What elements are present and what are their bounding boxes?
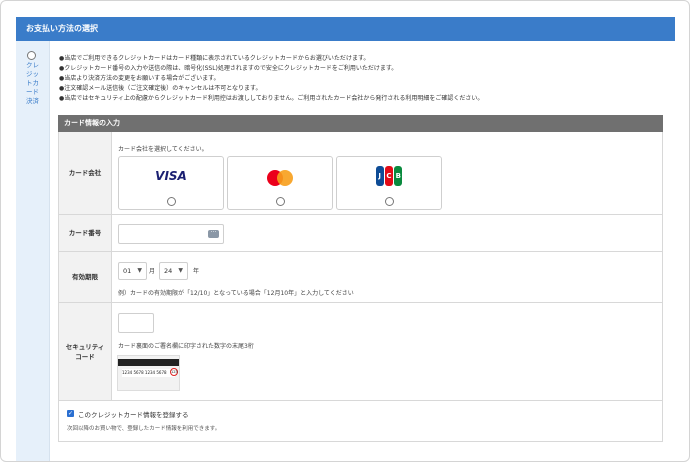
payment-method-radio[interactable] [27, 51, 36, 60]
note-item: ●注文確認メール送信後（ご注文確定後）のキャンセルは不可となります。 [59, 85, 262, 92]
card-number-row: カード番号 ··· [59, 215, 662, 252]
security-code-row: セキュリティ コード カード裏面のご署名欄に印字された数字の末尾3桁 1234 … [59, 303, 662, 401]
jcb-logo: J C B [375, 166, 403, 186]
card-number-label: カード番号 [59, 215, 112, 251]
card-company-label: カード会社 [59, 132, 112, 214]
expiry-month-select[interactable]: 01 ▼ [118, 262, 147, 280]
note-item: ●当店でご利用できるクレジットカードはカード種類に表示されているクレジットカード… [59, 55, 370, 62]
payment-method-option[interactable]: クレ ジッ トカ ード 決済 [16, 41, 50, 461]
card-info-header: カード情報の入力 [58, 115, 663, 132]
card-company-instruction: カード会社を選択してください。 [118, 146, 208, 153]
chevron-down-icon: ▼ [137, 267, 142, 274]
visa-logo: VISA [155, 169, 187, 183]
save-card-note: 次回以降のお買い物で、登録したカード情報を利用できます。 [67, 426, 221, 432]
card-number-input[interactable]: ··· [118, 224, 224, 244]
brand-radio-mastercard[interactable] [276, 197, 285, 206]
payment-notes: ●当店でご利用できるクレジットカードはカード種類に表示されているクレジットカード… [59, 54, 669, 104]
brand-radio-jcb[interactable] [385, 197, 394, 206]
sample-security-code-circle: 123 [170, 368, 178, 376]
brand-radio-visa[interactable] [167, 197, 176, 206]
security-code-label: セキュリティ コード [59, 303, 112, 400]
payment-method-label: クレ ジッ トカ ード 決済 [26, 61, 39, 105]
save-card-row: ✓ このクレジットカード情報を登録する 次回以降のお買い物で、登録したカード情報… [59, 402, 662, 440]
security-code-input[interactable] [118, 313, 154, 333]
expiry-month-unit: 月 [149, 268, 156, 275]
note-item: ●当店ではセキュリティ上の配慮からクレジットカード利用控はお渡ししておりません。… [59, 95, 484, 102]
payment-panel: お支払い方法の選択 クレ ジッ トカ ード 決済 ●当店でご利用できるクレジット… [0, 0, 690, 462]
card-company-row: カード会社 カード会社を選択してください。 VISA J C B [59, 132, 662, 215]
expiry-row: 有効期限 01 ▼ 月 24 ▼ 年 例）カードの有効期限が「12/10」となっ… [59, 252, 662, 303]
expiry-label: 有効期限 [59, 252, 112, 302]
brand-option-jcb[interactable]: J C B [336, 156, 442, 210]
brand-option-visa[interactable]: VISA [118, 156, 224, 210]
note-item: ●クレジットカード番号の入力や送信の際は、暗号化(SSL)処理されますので安全に… [59, 65, 398, 72]
section-title: お支払い方法の選択 [16, 17, 675, 41]
keypad-icon[interactable]: ··· [208, 230, 219, 238]
chevron-down-icon: ▼ [178, 267, 183, 274]
expiry-year-unit: 年 [193, 268, 200, 275]
brand-option-mastercard[interactable] [227, 156, 333, 210]
card-info-form: カード会社 カード会社を選択してください。 VISA J C B カード番号 ·… [58, 132, 663, 442]
mastercard-logo [267, 170, 293, 186]
expiry-year-select[interactable]: 24 ▼ [159, 262, 188, 280]
save-card-label[interactable]: このクレジットカード情報を登録する [78, 409, 189, 419]
save-card-checkbox[interactable]: ✓ [67, 410, 74, 417]
security-code-instruction: カード裏面のご署名欄に印字された数字の末尾3桁 [118, 343, 254, 350]
card-back-sample-image: 1234 5678 1234 5678 123 [117, 355, 180, 391]
note-item: ●当店より決済方法の変更をお願いする場合がございます。 [59, 75, 220, 82]
expiry-example: 例）カードの有効期限が「12/10」となっている場合「12月10年」と入力してく… [118, 290, 354, 297]
sample-card-number: 1234 5678 1234 5678 [122, 370, 167, 375]
